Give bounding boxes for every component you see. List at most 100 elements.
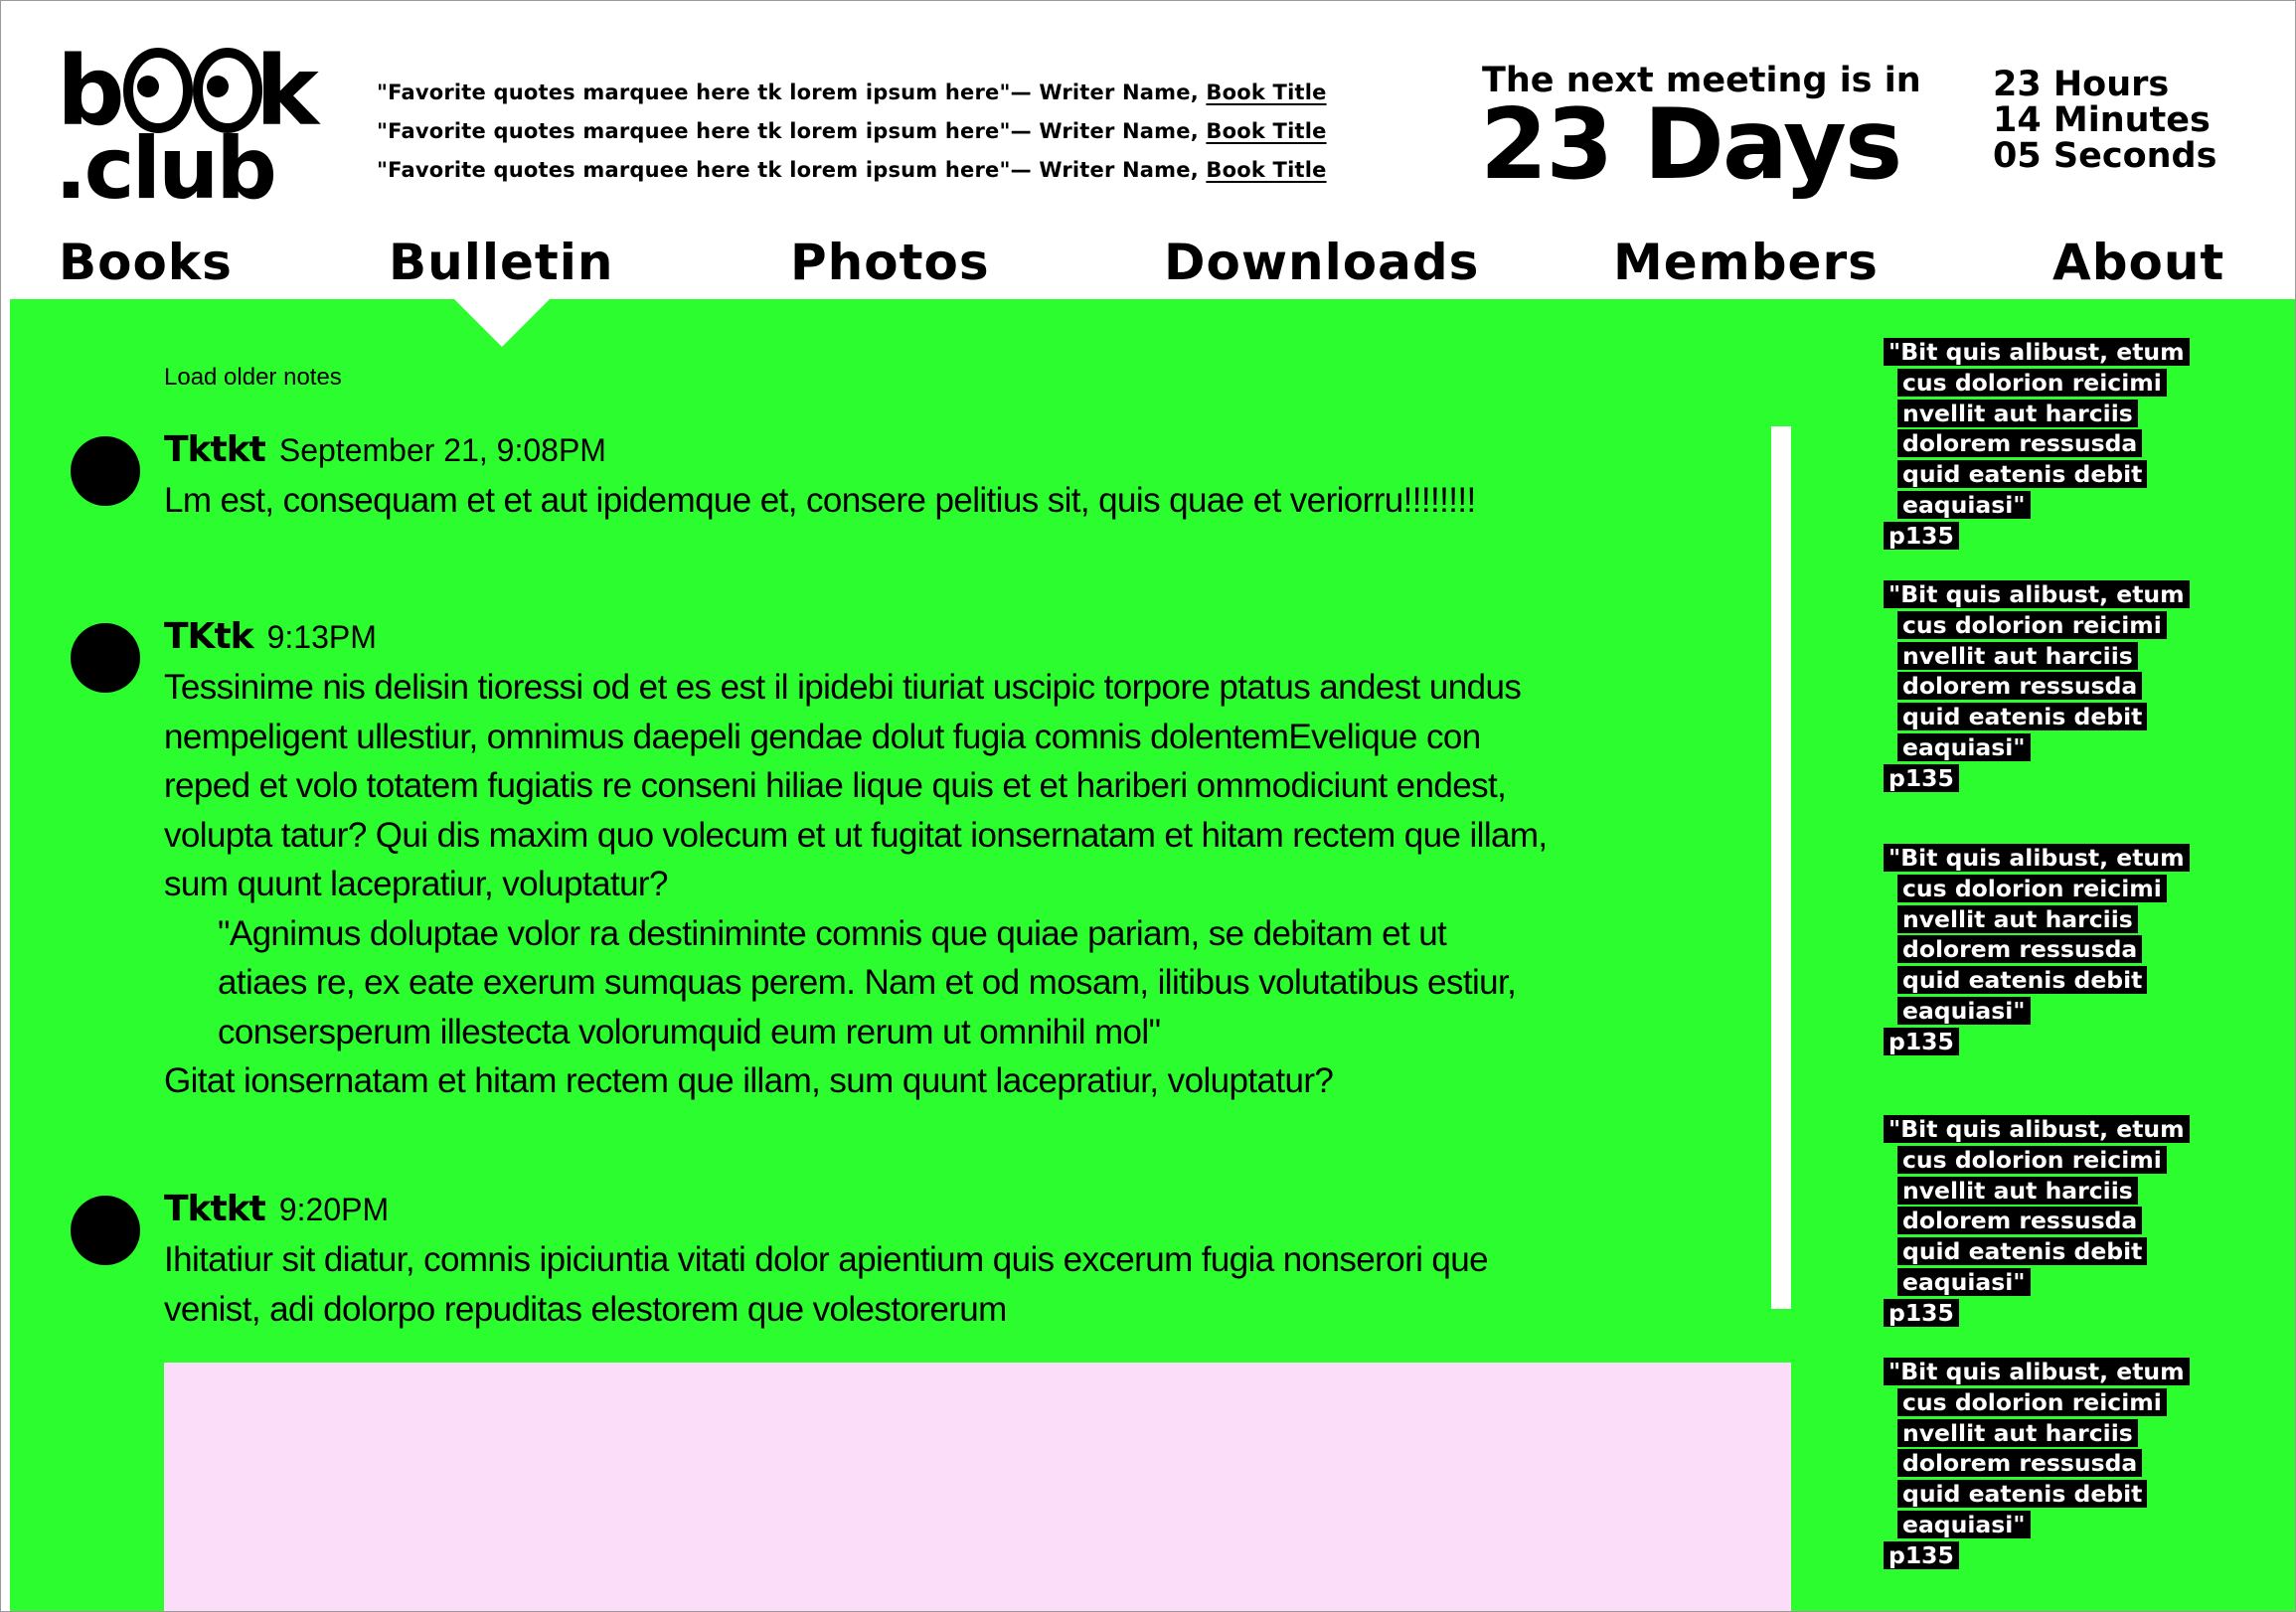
post-text-line: nempeligent ullestiur, omnimus daepeli g… bbox=[164, 717, 1481, 756]
sidebar-quote: "Bit quis alibust, etum cus dolorion rei… bbox=[1884, 843, 2231, 1057]
book-club-logo[interactable]: b k .club bbox=[57, 33, 345, 202]
sidebar-quote-line: eaquiasi" bbox=[1884, 732, 2231, 763]
quote-text: "Favorite quotes marquee here tk lorem i… bbox=[377, 119, 1011, 143]
post-timestamp: 9:20PM bbox=[278, 1192, 390, 1227]
nav-about[interactable]: About bbox=[2052, 234, 2224, 291]
active-tab-indicator bbox=[454, 299, 550, 347]
sidebar-quote-line: cus dolorion reicimi bbox=[1884, 610, 2231, 641]
post-body: Lm est, consequam et et aut ipidemque et… bbox=[164, 476, 1754, 526]
post-text-line: Ihitatiur sit diatur, comnis ipiciuntia … bbox=[164, 1240, 1489, 1279]
post-author[interactable]: Tktkt bbox=[164, 429, 266, 470]
post-body: Tessinime nis delisin tioressi od et es … bbox=[164, 663, 1754, 1106]
sidebar-quote-line: "Bit quis alibust, etum bbox=[1884, 1114, 2231, 1145]
sidebar-quote-page: p135 bbox=[1884, 521, 2231, 552]
sidebar-quote-line: "Bit quis alibust, etum bbox=[1884, 337, 2231, 368]
nav-bulletin[interactable]: Bulletin bbox=[389, 234, 614, 291]
quote-text: "Favorite quotes marquee here tk lorem i… bbox=[377, 81, 1011, 104]
sidebar-quote-line: nvellit aut harciis bbox=[1884, 399, 2231, 429]
book-title-link[interactable]: Book Title bbox=[1206, 158, 1326, 182]
sidebar-quote-line: cus dolorion reicimi bbox=[1884, 874, 2231, 904]
post-text-line: reped et volo totatem fugiatis re consen… bbox=[164, 766, 1507, 805]
avatar[interactable] bbox=[71, 623, 140, 693]
logo-eyes-icon bbox=[123, 48, 262, 133]
nav-downloads[interactable]: Downloads bbox=[1164, 234, 1479, 291]
sidebar-quote-line: quid eatenis debit bbox=[1884, 459, 2231, 490]
sidebar-quote: "Bit quis alibust, etum cus dolorion rei… bbox=[1884, 1114, 2231, 1329]
post-header: Tktkt September 21, 9:08PM bbox=[164, 424, 1754, 476]
sidebar-quote-line: dolorem ressusda bbox=[1884, 671, 2231, 702]
bulletin-post: Tktkt September 21, 9:08PM Lm est, conseq… bbox=[71, 424, 1754, 526]
sidebar-quote-line: eaquiasi" bbox=[1884, 996, 2231, 1027]
countdown-days: 23 Days bbox=[1480, 88, 1902, 202]
book-club-logo-art: b k .club bbox=[57, 36, 321, 202]
sidebar-quote-line: "Bit quis alibust, etum bbox=[1884, 1357, 2231, 1387]
nav-members[interactable]: Members bbox=[1613, 234, 1879, 291]
avatar[interactable] bbox=[71, 1196, 140, 1265]
sidebar-quote: "Bit quis alibust, etum cus dolorion rei… bbox=[1884, 337, 2231, 552]
sidebar-quote-line: dolorem ressusda bbox=[1884, 1448, 2231, 1479]
post-text-line: Lm est, consequam et et aut ipidemque et… bbox=[164, 481, 1476, 520]
book-title-link[interactable]: Book Title bbox=[1206, 119, 1326, 143]
post-author[interactable]: TKtk bbox=[164, 616, 254, 657]
note-composer-input[interactable] bbox=[164, 1363, 1791, 1611]
book-title-link[interactable]: Book Title bbox=[1206, 81, 1326, 104]
sidebar-quote-page: p135 bbox=[1884, 763, 2231, 794]
bulletin-post: Tktkt 9:20PM Ihitatiur sit diatur, comnis… bbox=[71, 1184, 1754, 1334]
avatar[interactable] bbox=[71, 436, 140, 506]
sidebar-quote: "Bit quis alibust, etum cus dolorion rei… bbox=[1884, 1357, 2231, 1571]
post-text-line: Gitat ionsernatam et hitam rectem que il… bbox=[164, 1061, 1334, 1100]
sidebar-quote-line: cus dolorion reicimi bbox=[1884, 368, 2231, 399]
sidebar-quote-line: quid eatenis debit bbox=[1884, 1236, 2231, 1267]
sidebar-quote-line: quid eatenis debit bbox=[1884, 965, 2231, 996]
post-header: TKtk 9:13PM bbox=[164, 611, 1754, 663]
sidebar-quote: "Bit quis alibust, etum cus dolorion rei… bbox=[1884, 579, 2231, 794]
sidebar-quote-line: nvellit aut harciis bbox=[1884, 1176, 2231, 1207]
marquee-quote: "Favorite quotes marquee here tk lorem i… bbox=[377, 112, 1440, 151]
site-header: b k .club "Favorite quotes marquee here … bbox=[1, 1, 2295, 299]
quote-attribution: — Writer Name, bbox=[1010, 158, 1207, 182]
post-timestamp: September 21, 9:08PM bbox=[278, 432, 606, 468]
sidebar-quote-line: quid eatenis debit bbox=[1884, 1479, 2231, 1510]
sidebar-quote-line: nvellit aut harciis bbox=[1884, 1418, 2231, 1449]
nav-photos[interactable]: Photos bbox=[790, 234, 990, 291]
post-quote-line: consersperum illestecta volorumquid eum … bbox=[218, 1012, 1161, 1051]
sidebar-quote-line: cus dolorion reicimi bbox=[1884, 1145, 2231, 1176]
main-nav: Books Bulletin Photos Downloads Members … bbox=[1, 220, 2295, 299]
quote-text: "Favorite quotes marquee here tk lorem i… bbox=[377, 158, 1011, 182]
quote-attribution: — Writer Name, bbox=[1010, 81, 1207, 104]
post-text-line: volupta tatur? Qui dis maxim quo volecum… bbox=[164, 815, 1548, 855]
countdown-units: 23 Hours 14 Minutes 05 Seconds bbox=[1993, 67, 2216, 174]
post-text-line: Tessinime nis delisin tioressi od et es … bbox=[164, 668, 1522, 707]
post-quote-line: atiaes re, ex eate exerum sumquas perem.… bbox=[218, 963, 1517, 1002]
marquee-quote: "Favorite quotes marquee here tk lorem i… bbox=[377, 151, 1440, 190]
sidebar-quote-page: p135 bbox=[1884, 1298, 2231, 1329]
quote-marquee: "Favorite quotes marquee here tk lorem i… bbox=[377, 74, 1440, 190]
feed-scrollbar[interactable] bbox=[1771, 426, 1791, 1309]
sidebar-quote-line: dolorem ressusda bbox=[1884, 1206, 2231, 1236]
sidebar-quote-line: cus dolorion reicimi bbox=[1884, 1387, 2231, 1418]
sidebar-quote-page: p135 bbox=[1884, 1540, 2231, 1571]
post-header: Tktkt 9:20PM bbox=[164, 1184, 1754, 1235]
bulletin-post: TKtk 9:13PM Tessinime nis delisin tioress… bbox=[71, 611, 1754, 1106]
sidebar-quote-line: eaquiasi" bbox=[1884, 1510, 2231, 1540]
post-quote-line: "Agnimus doluptae volor ra destiniminte … bbox=[218, 913, 1447, 953]
quote-attribution: — Writer Name, bbox=[1010, 119, 1207, 143]
countdown-hours: 23 Hours bbox=[1993, 65, 2170, 104]
sidebar-quote-line: nvellit aut harciis bbox=[1884, 904, 2231, 935]
sidebar-quote-line: eaquiasi" bbox=[1884, 490, 2231, 521]
post-body: Ihitatiur sit diatur, comnis ipiciuntia … bbox=[164, 1235, 1754, 1334]
sidebar-quote-line: dolorem ressusda bbox=[1884, 934, 2231, 965]
load-older-notes-link[interactable]: Load older notes bbox=[164, 364, 342, 392]
countdown-minutes: 14 Minutes bbox=[1993, 100, 2211, 140]
nav-books[interactable]: Books bbox=[59, 234, 233, 291]
logo-club: .club bbox=[57, 119, 274, 202]
sidebar-quote-line: eaquiasi" bbox=[1884, 1267, 2231, 1298]
sidebar-quote-line: dolorem ressusda bbox=[1884, 428, 2231, 459]
post-timestamp: 9:13PM bbox=[266, 619, 377, 655]
sidebar-quote-line: "Bit quis alibust, etum bbox=[1884, 579, 2231, 610]
post-author[interactable]: Tktkt bbox=[164, 1189, 266, 1229]
sidebar-quote-line: quid eatenis debit bbox=[1884, 702, 2231, 732]
countdown-seconds: 05 Seconds bbox=[1993, 136, 2217, 176]
sidebar-quote-line: "Bit quis alibust, etum bbox=[1884, 843, 2231, 874]
sidebar-quote-page: p135 bbox=[1884, 1027, 2231, 1057]
